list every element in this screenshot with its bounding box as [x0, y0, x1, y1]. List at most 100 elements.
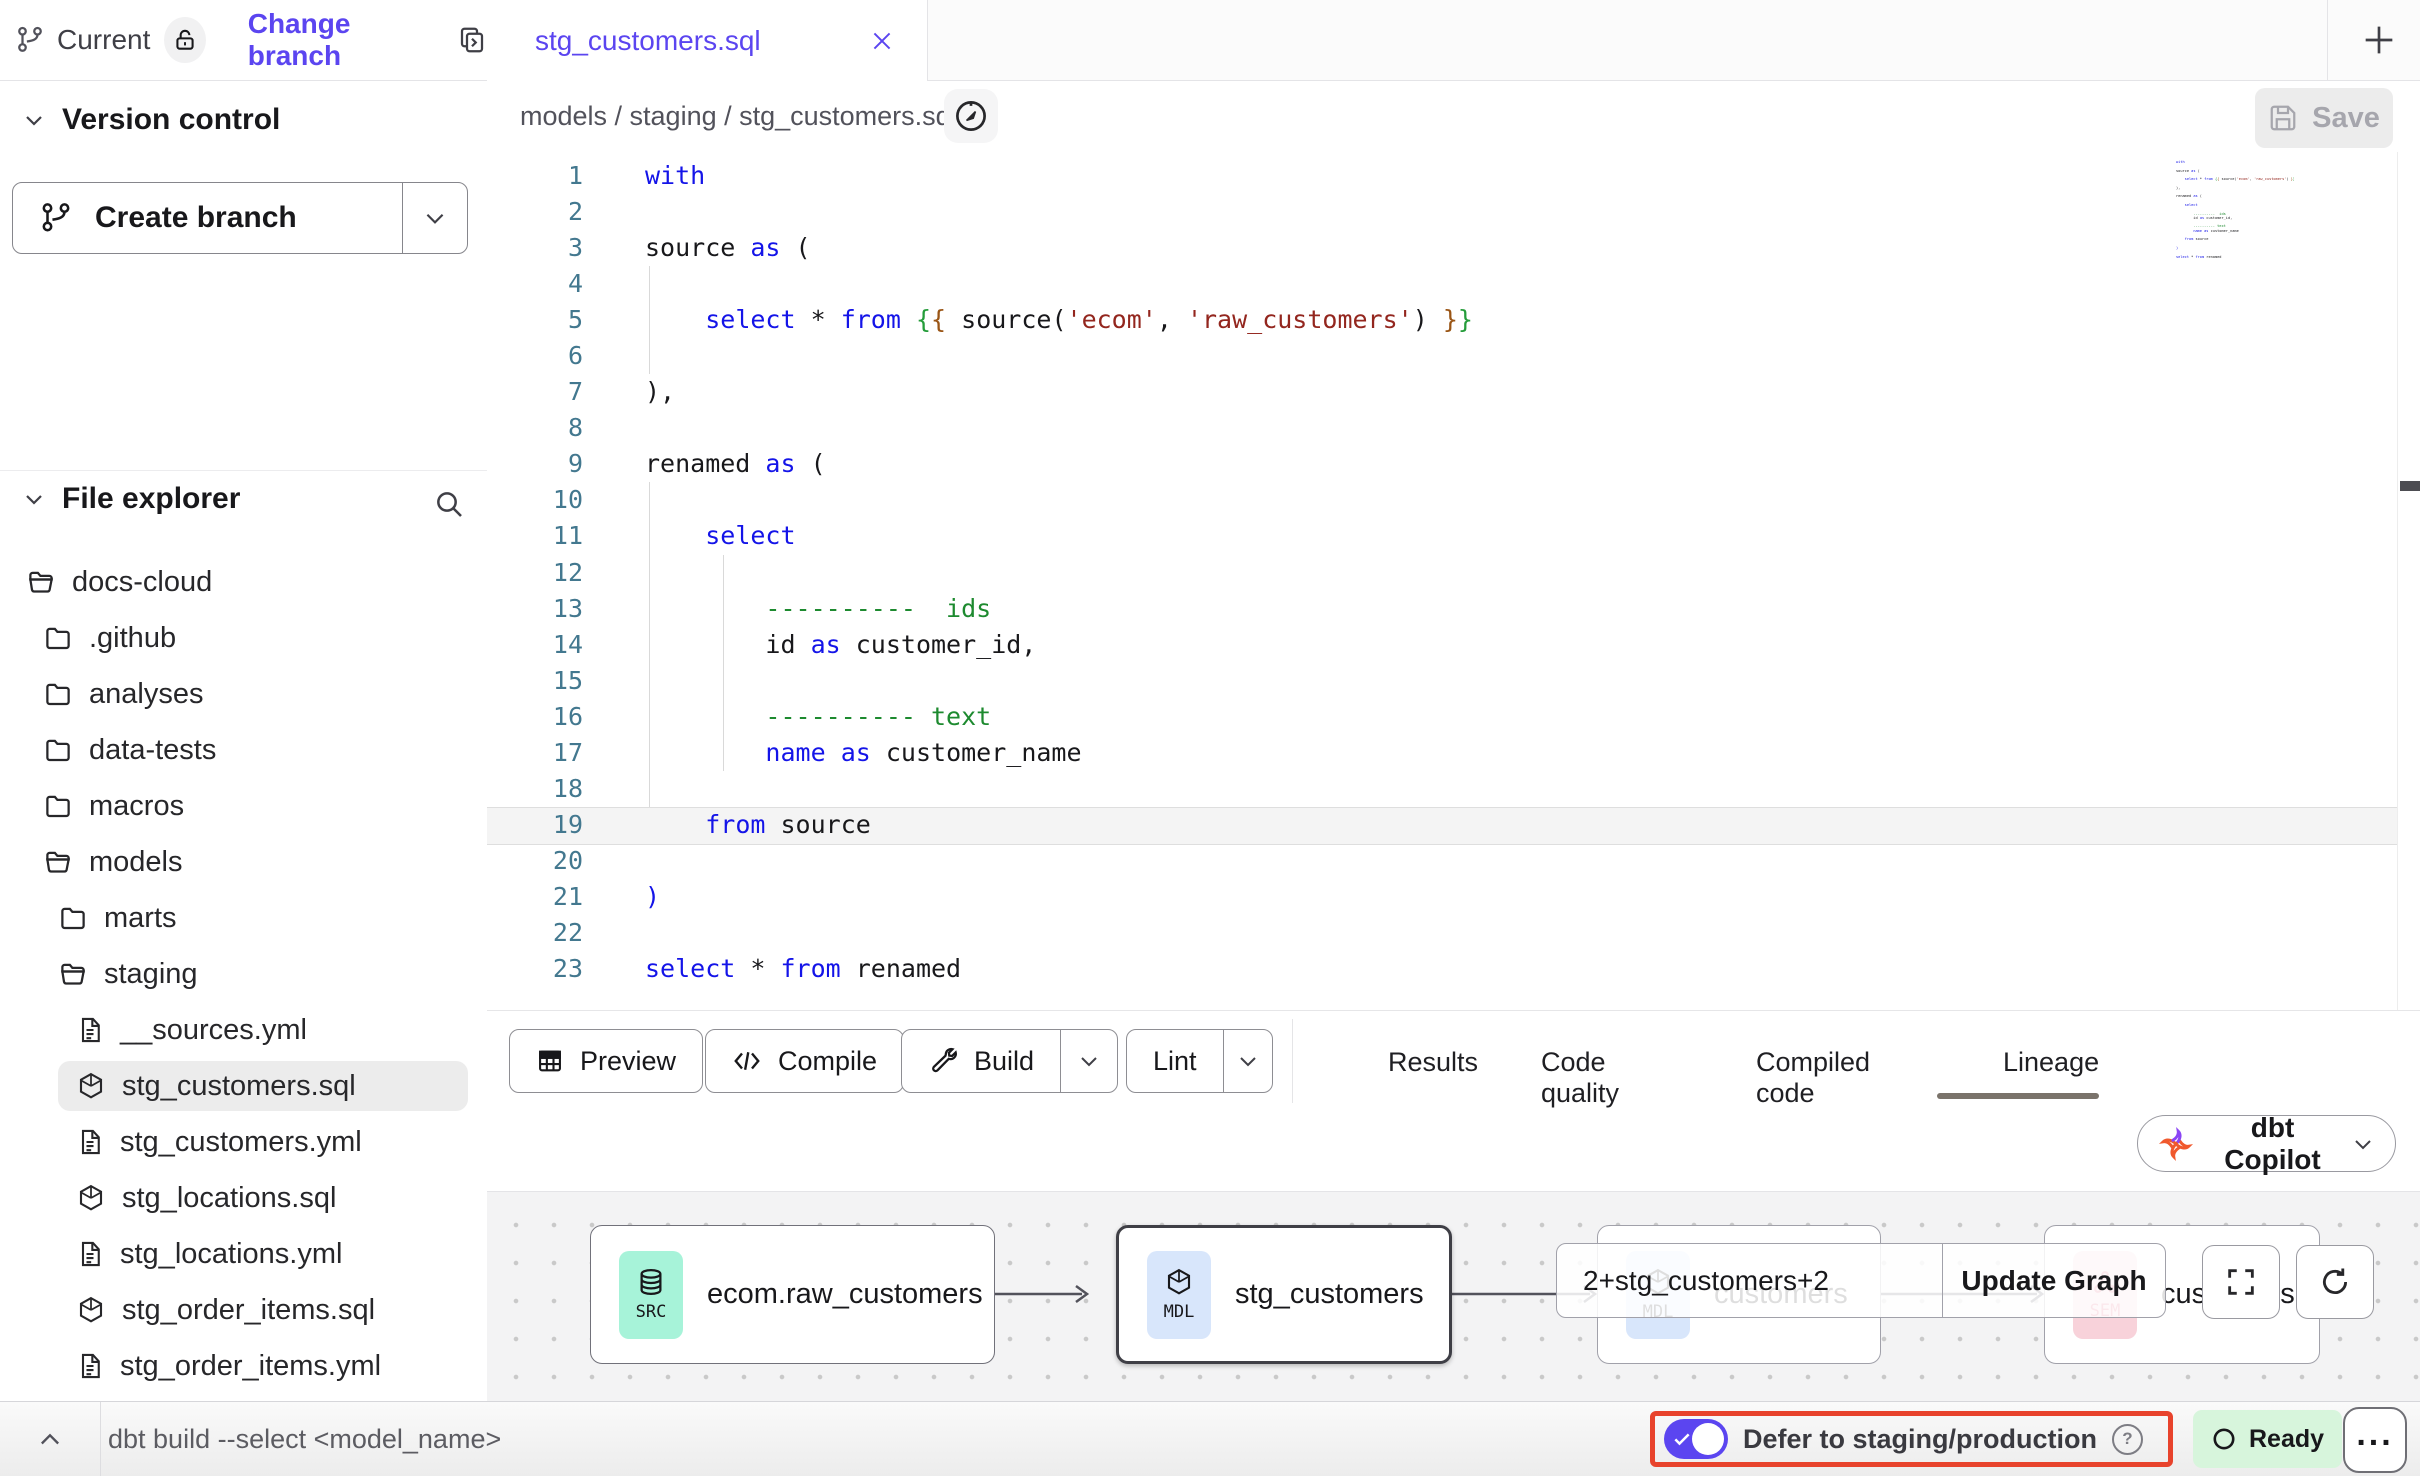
- lineage-node-source[interactable]: SRC ecom.raw_customers: [590, 1225, 995, 1364]
- document-icon: [76, 1128, 104, 1156]
- code-line[interactable]: id as customer_id,: [645, 627, 1473, 663]
- editor-minimap[interactable]: withsource as ( select * from {{ source(…: [2176, 160, 2294, 260]
- line-number: 21: [487, 879, 600, 915]
- defer-toggle[interactable]: [1664, 1419, 1728, 1459]
- copilot-label: dbt Copilot: [2208, 1112, 2337, 1176]
- code-line[interactable]: ): [645, 879, 1473, 915]
- folder-icon: [43, 623, 73, 653]
- code-line[interactable]: [645, 338, 1473, 374]
- code-line[interactable]: from source: [645, 807, 1473, 843]
- file-name: macros: [89, 790, 184, 823]
- file-explorer-section-header[interactable]: File explorer: [22, 482, 240, 516]
- line-number: 2: [487, 194, 600, 230]
- panel-tab-lineage[interactable]: Lineage: [2003, 1047, 2099, 1078]
- version-control-section-header[interactable]: Version control: [22, 103, 280, 137]
- code-line[interactable]: [645, 663, 1473, 699]
- code-line[interactable]: source as (: [645, 230, 1473, 266]
- file-tree-item[interactable]: docs-cloud: [0, 554, 487, 610]
- create-branch-main[interactable]: Create branch: [13, 183, 403, 253]
- file-name: analyses: [89, 678, 203, 711]
- close-icon[interactable]: [869, 28, 895, 54]
- node-label: ecom.raw_customers: [707, 1278, 983, 1311]
- file-tree-item[interactable]: stg_locations.yml: [0, 1226, 487, 1282]
- compile-button[interactable]: Compile: [705, 1029, 904, 1093]
- code-line[interactable]: [645, 555, 1473, 591]
- code-line[interactable]: ---------- text: [645, 699, 1473, 735]
- file-tree-item[interactable]: models: [0, 834, 487, 890]
- refresh-button[interactable]: [2296, 1245, 2374, 1319]
- code-line[interactable]: [645, 194, 1473, 230]
- editor-tab-bar: stg_customers.sql: [487, 0, 2420, 81]
- code-line[interactable]: select * from {{ source('ecom', 'raw_cus…: [645, 302, 1473, 338]
- file-name: stg_order_items.yml: [120, 1350, 381, 1383]
- build-button[interactable]: Build: [901, 1029, 1118, 1093]
- tab-stg-customers-sql[interactable]: stg_customers.sql: [487, 0, 928, 81]
- file-tree-item[interactable]: staging: [0, 946, 487, 1002]
- save-button[interactable]: Save: [2255, 88, 2393, 148]
- more-menu-button[interactable]: ...: [2343, 1407, 2407, 1473]
- file-tree-item[interactable]: stg_locations.sql: [0, 1170, 487, 1226]
- file-tree-item[interactable]: marts: [0, 890, 487, 946]
- code-line[interactable]: [645, 410, 1473, 446]
- lint-dropdown[interactable]: [1223, 1030, 1272, 1092]
- chevron-down-icon: [22, 487, 46, 511]
- lint-button[interactable]: Lint: [1126, 1029, 1273, 1093]
- create-branch-dropdown[interactable]: [403, 205, 467, 231]
- folder-open-icon: [26, 567, 56, 597]
- copilot-icon: [2158, 1126, 2194, 1162]
- build-label: Build: [974, 1046, 1034, 1077]
- gauge-icon[interactable]: [944, 89, 998, 143]
- badge-label: SRC: [636, 1302, 667, 1322]
- code-line[interactable]: select: [645, 518, 1473, 554]
- panel-tab-code-quality[interactable]: Code quality: [1541, 1047, 1619, 1109]
- help-icon[interactable]: ?: [2112, 1424, 2143, 1455]
- code-line[interactable]: select * from renamed: [645, 951, 1473, 987]
- file-tree-item[interactable]: __sources.yml: [0, 1002, 487, 1058]
- code-line[interactable]: with: [645, 158, 1473, 194]
- code-line[interactable]: [645, 843, 1473, 879]
- file-tree-item[interactable]: stg_order_items.sql: [0, 1282, 487, 1338]
- collapse-panel-button[interactable]: [0, 1402, 101, 1476]
- file-tree-item[interactable]: macros: [0, 778, 487, 834]
- file-tree-item[interactable]: data-tests: [0, 722, 487, 778]
- copy-icon[interactable]: [457, 25, 487, 55]
- file-name: stg_locations.sql: [122, 1182, 336, 1215]
- file-tree-item[interactable]: stg_order_items.yml: [0, 1338, 487, 1394]
- file-tree: docs-cloud.github analyses data-tests macro…: [0, 554, 487, 1394]
- panel-tab-results[interactable]: Results: [1388, 1047, 1478, 1078]
- lineage-selector-input[interactable]: 2+stg_customers+2: [1557, 1244, 1943, 1317]
- panel-tab-compiled-code[interactable]: Compiled code: [1756, 1047, 1870, 1109]
- code-line[interactable]: [645, 771, 1473, 807]
- code-line[interactable]: [645, 266, 1473, 302]
- code-line[interactable]: ---------- ids: [645, 591, 1473, 627]
- code-lines[interactable]: with source as ( select * from {{ source(…: [645, 158, 1473, 987]
- toggle-knob: [1692, 1423, 1724, 1455]
- scrollbar-thumb[interactable]: [2400, 481, 2420, 491]
- line-number: 11: [487, 518, 600, 554]
- lineage-canvas[interactable]: SRC ecom.raw_customers MDL stg_customers…: [487, 1191, 2420, 1402]
- code-line[interactable]: renamed as (: [645, 446, 1473, 482]
- code-editor[interactable]: 1234567891011121314151617181920212223 wi…: [487, 152, 2420, 1010]
- file-name: data-tests: [89, 734, 216, 767]
- preview-button[interactable]: Preview: [509, 1029, 703, 1093]
- create-branch-button[interactable]: Create branch: [12, 182, 468, 254]
- new-tab-button[interactable]: [2349, 16, 2409, 64]
- lineage-node-stg-customers[interactable]: MDL stg_customers: [1116, 1225, 1452, 1364]
- section-divider: [0, 470, 487, 471]
- file-tree-item[interactable]: analyses: [0, 666, 487, 722]
- command-input[interactable]: dbt build --select <model_name>: [108, 1402, 1408, 1476]
- file-tree-item[interactable]: stg_customers.yml: [0, 1114, 487, 1170]
- search-icon[interactable]: [433, 488, 465, 520]
- indent-guide: [649, 482, 650, 807]
- dbt-copilot-button[interactable]: dbt Copilot: [2137, 1115, 2396, 1172]
- code-line[interactable]: [645, 482, 1473, 518]
- file-tree-item[interactable]: .github: [0, 610, 487, 666]
- code-line[interactable]: [645, 915, 1473, 951]
- update-graph-button[interactable]: Update Graph: [1943, 1244, 2165, 1317]
- file-tree-item[interactable]: stg_customers.sql: [0, 1058, 487, 1114]
- code-line[interactable]: ),: [645, 374, 1473, 410]
- change-branch-link[interactable]: Change branch: [248, 8, 431, 72]
- code-line[interactable]: name as customer_name: [645, 735, 1473, 771]
- build-dropdown[interactable]: [1060, 1030, 1117, 1092]
- fullscreen-button[interactable]: [2202, 1245, 2280, 1319]
